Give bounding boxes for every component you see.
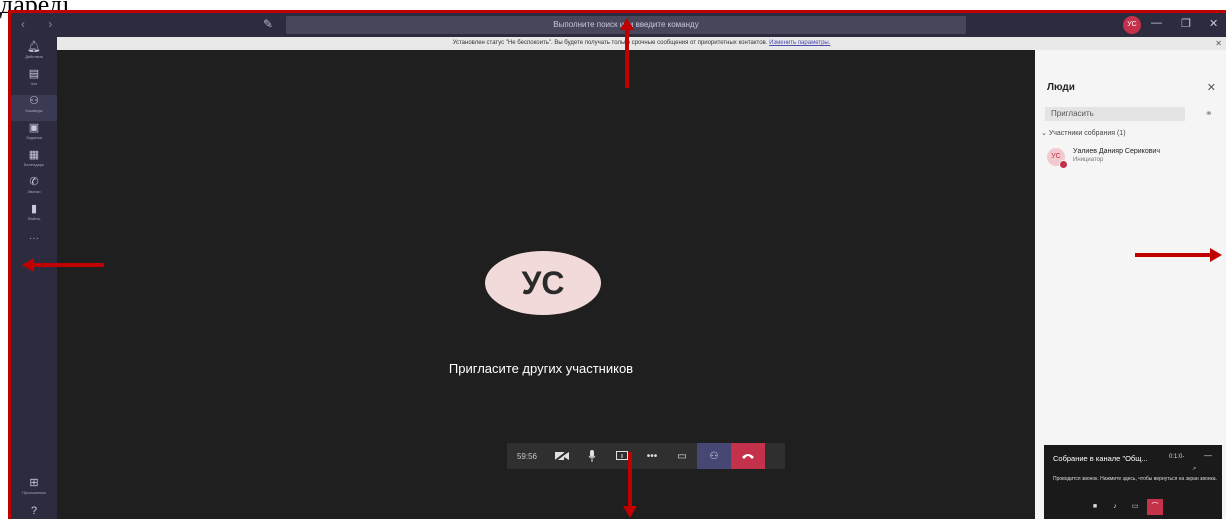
rail-label: Чат: [30, 81, 38, 86]
user-avatar[interactable]: УС: [1123, 16, 1141, 34]
compose-icon[interactable]: ✎: [263, 17, 273, 31]
hang-up-icon[interactable]: [731, 443, 765, 469]
rail-item-apps[interactable]: ⊞ Приложения: [11, 477, 57, 503]
rail-label: Действия: [25, 54, 43, 59]
nav-arrows[interactable]: ‹ ›: [21, 17, 62, 31]
annotation-arrow-left: [34, 263, 104, 267]
mini-microphone-icon[interactable]: ♪: [1107, 499, 1123, 515]
apps-icon: ⊞: [29, 477, 39, 489]
mini-text: Проводится звонок. Нажмите здесь, чтобы …: [1053, 476, 1217, 482]
mini-share-icon[interactable]: ▭: [1127, 499, 1143, 515]
mini-hang-up-icon[interactable]: ⌒: [1147, 499, 1163, 515]
chat-icon[interactable]: ▭: [667, 443, 697, 469]
more-options-icon[interactable]: •••: [637, 443, 667, 469]
help-icon: ?: [30, 505, 38, 517]
people-title: Люди: [1047, 82, 1075, 93]
participants-section-header[interactable]: ⌄ Участники собрания (1): [1041, 129, 1126, 137]
participant-role: Инициатор: [1073, 157, 1104, 163]
annotation-arrow-top: [625, 28, 629, 88]
share-screen-icon[interactable]: [607, 443, 637, 469]
people-close-icon[interactable]: ✕: [1207, 81, 1216, 94]
change-settings-link[interactable]: Изменить параметры.: [769, 40, 830, 46]
minimize-button[interactable]: —: [1151, 17, 1162, 29]
participant-name: Уалиев Данияр Серикович: [1073, 148, 1160, 155]
files-icon: ▮: [30, 203, 38, 215]
dnd-notification: Установлен статус "Не беспокоить". Вы бу…: [57, 37, 1226, 50]
phone-icon: ✆: [29, 176, 39, 188]
annotation-arrow-right: [1135, 253, 1211, 257]
calendar-icon: ▦: [28, 149, 40, 161]
chat-icon: ▤: [28, 68, 40, 80]
invite-message: Пригласите других участников: [448, 361, 634, 376]
mini-minimize-button[interactable]: —: [1204, 451, 1212, 460]
notification-close-icon[interactable]: ✕: [1215, 37, 1222, 50]
mini-controls: ■ ♪ ▭ ⌒: [1087, 499, 1163, 517]
rail-item-help[interactable]: ?: [11, 505, 57, 519]
teams-window: ‹ › ✎ Выполните поиск или введите команд…: [8, 10, 1226, 519]
maximize-button[interactable]: ❐: [1181, 17, 1191, 30]
app-rail: 🔔︎ Действия ▤ Чат ⚇ Команды ▣ Задания ▦ …: [11, 37, 57, 519]
rail-label: Задания: [26, 135, 42, 140]
link-icon[interactable]: ⚭: [1205, 108, 1213, 119]
call-timer: 59:56: [516, 451, 538, 461]
expand-icon[interactable]: ↗: [1192, 466, 1196, 472]
rail-item-calendar[interactable]: ▦ Календарь: [11, 149, 57, 175]
camera-off-icon[interactable]: [547, 443, 577, 469]
notification-text: Установлен статус "Не беспокоить". Вы бу…: [452, 40, 768, 46]
more-apps-icon[interactable]: ···: [11, 233, 57, 244]
section-label: Участники собрания (1): [1048, 130, 1126, 137]
mini-title: Собрание в канале "Общ...: [1053, 454, 1148, 463]
rail-item-assignments[interactable]: ▣ Задания: [11, 122, 57, 148]
rail-label: Команды: [25, 108, 43, 113]
rail-label: Звонки: [27, 189, 41, 194]
rail-label: Файлы: [27, 216, 41, 221]
participant-row[interactable]: УС Уалиев Данияр Серикович Инициатор: [1047, 146, 1226, 170]
rail-item-teams[interactable]: ⚇ Команды: [11, 95, 57, 121]
rail-item-files[interactable]: ▮ Файлы: [11, 203, 57, 229]
annotation-arrowhead-right: [1210, 248, 1222, 262]
rail-item-chat[interactable]: ▤ Чат: [11, 68, 57, 94]
rail-item-activity[interactable]: 🔔︎ Действия: [11, 41, 57, 67]
mini-call-window[interactable]: Собрание в канале "Общ... 0:1:0- — ↗ Про…: [1044, 445, 1222, 519]
annotation-arrowhead-top: [620, 18, 634, 30]
mini-camera-icon[interactable]: ■: [1087, 499, 1103, 515]
invite-input[interactable]: Пригласить: [1045, 107, 1185, 121]
participant-avatar: УС: [485, 251, 601, 315]
mini-time: 0:1:0-: [1169, 454, 1185, 460]
rail-label: Приложения: [22, 490, 46, 495]
bell-icon: 🔔︎: [27, 41, 41, 53]
annotation-arrowhead-bottom: [623, 506, 637, 518]
annotation-arrowhead-left: [22, 258, 34, 272]
rail-label: Календарь: [23, 162, 45, 167]
teams-icon: ⚇: [29, 95, 39, 107]
rail-item-calls[interactable]: ✆ Звонки: [11, 176, 57, 202]
assignments-icon: ▣: [28, 122, 40, 134]
title-bar: ‹ › ✎ Выполните поиск или введите команд…: [11, 13, 1226, 37]
call-controls: 59:56 ••• ▭ ⚇: [507, 443, 785, 469]
annotation-arrow-bottom: [628, 452, 632, 508]
dnd-status-icon: [1059, 160, 1068, 169]
microphone-icon[interactable]: [577, 443, 607, 469]
close-button[interactable]: ✕: [1209, 17, 1218, 30]
participants-icon[interactable]: ⚇: [697, 443, 731, 469]
